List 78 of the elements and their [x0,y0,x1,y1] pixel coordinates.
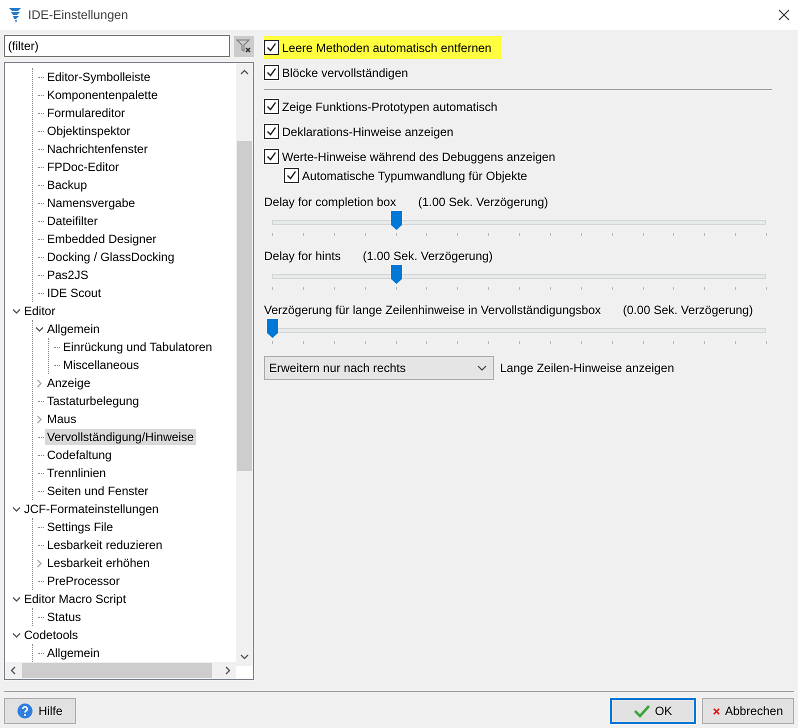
tree-item[interactable]: JCF-Formateinstellungen [22,501,161,517]
tree-item[interactable]: Lesbarkeit reduzieren [45,537,164,553]
tree-item[interactable]: Editor Macro Script [22,591,128,607]
tree-item[interactable]: Pas2JS [45,267,90,283]
tree-item[interactable]: Trennlinien [45,465,108,481]
checkbox-label: Zeige Funktions-Prototypen automatisch [282,100,498,114]
close-icon[interactable] [778,9,790,21]
slider-label: Verzögerung für lange Zeilenhinweise in Vervollständigungsbox [264,303,601,317]
tree-item[interactable]: Objektinspektor [45,123,132,139]
tree-item[interactable]: Komponentenpalette [45,87,160,103]
checkbox-label: Leere Methoden automatisch entfernen [282,40,492,54]
tree-item[interactable]: Codefaltung [45,447,114,463]
slider-reading: (1.00 Sek. Verzögerung) [418,195,548,209]
tree-item[interactable]: Editor-Symbolleiste [45,69,152,85]
checkbox[interactable] [264,99,279,114]
help-icon [17,703,34,719]
window-title: IDE-Einstellungen [28,8,130,22]
tree-item[interactable]: IDE Scout [45,285,104,301]
tree-item[interactable]: PreProcessor [45,573,122,589]
slider-reading: (0.00 Sek. Verzögerung) [622,303,753,317]
slider-thumb[interactable] [267,319,278,338]
checkbox[interactable] [264,65,279,80]
tree-item[interactable]: Codetools [22,627,80,643]
tree-item[interactable]: Anzeige [45,375,92,391]
tree-item[interactable]: Backup [45,177,90,193]
tree-item[interactable]: Formulareditor [45,105,128,121]
tree-item[interactable]: Maus [45,411,78,427]
scroll-left-icon[interactable] [10,666,16,675]
checkbox[interactable] [264,124,279,139]
slider-reading: (1.00 Sek. Verzögerung) [362,249,493,263]
checkbox[interactable] [264,40,279,55]
ok-button[interactable]: OK [610,698,696,724]
chevron-down-icon[interactable] [12,594,20,604]
tree-item[interactable]: Miscellaneous [61,357,142,373]
slider-label: Delay for completion box [264,195,396,209]
tree-item[interactable]: Settings File [45,519,116,535]
slider-label: Delay for hints [264,249,341,263]
chevron-down-icon[interactable] [12,504,20,514]
checkbox[interactable] [284,168,299,183]
scroll-down-icon[interactable] [240,654,249,660]
help-button[interactable]: Hilfe [4,698,76,724]
scroll-right-icon[interactable] [225,666,231,675]
slider-thumb[interactable] [390,211,402,230]
tree-item[interactable]: Namensvergabe [45,195,138,211]
cancel-button[interactable]: Abbrechen [702,698,794,724]
tree-item[interactable]: Status [45,609,84,625]
tree-item[interactable]: Seiten und Fenster [45,483,150,499]
checkbox-label: Werte-Hinweise während des Debuggens anzeigen [282,150,556,164]
tree-item[interactable]: Embedded Designer [45,231,158,247]
dropdown[interactable]: Erweitern nur nach rechts [264,356,494,380]
app-logo-icon [8,7,22,23]
chevron-down-icon[interactable] [34,324,44,334]
tree-item[interactable]: Tastaturbelegung [45,393,142,409]
filter-field[interactable]: (filter) [4,35,230,57]
checkmark-icon [634,704,650,718]
checkbox-label: Blöcke vervollständigen [282,66,408,80]
checkbox-label: Deklarations-Hinweise anzeigen [282,124,454,138]
scroll-up-icon[interactable] [240,69,249,75]
checkbox-label: Automatische Typumwandlung für Objekte [302,168,528,182]
chevron-down-icon[interactable] [12,306,20,316]
tree-item[interactable]: Vervollständigung/Hinweise [45,429,196,445]
tree-item[interactable]: Dateifilter [45,213,100,229]
horizontal-scrollbar[interactable] [5,662,236,679]
slider-thumb[interactable] [390,265,402,284]
tree-item[interactable]: Nachrichtenfenster [45,141,150,157]
tree-item[interactable]: Editor [22,303,58,319]
tree-item[interactable]: Allgemein [45,321,102,337]
checkbox[interactable] [264,149,279,164]
tree-item[interactable]: FPDoc-Editor [45,159,122,175]
chevron-down-icon [477,365,487,371]
tree-item[interactable]: Einrückung und Tabulatoren [61,339,214,355]
dropdown-label: Lange Zeilen-Hinweise anzeigen [500,361,674,375]
vertical-scrollbar[interactable] [236,63,253,666]
tree-item[interactable]: Docking / GlassDocking [45,249,176,265]
chevron-down-icon[interactable] [12,630,20,640]
clear-filter-button[interactable] [234,36,254,56]
tree-item[interactable]: Lesbarkeit erhöhen [45,555,152,571]
tree-item[interactable]: Allgemein [45,645,102,661]
